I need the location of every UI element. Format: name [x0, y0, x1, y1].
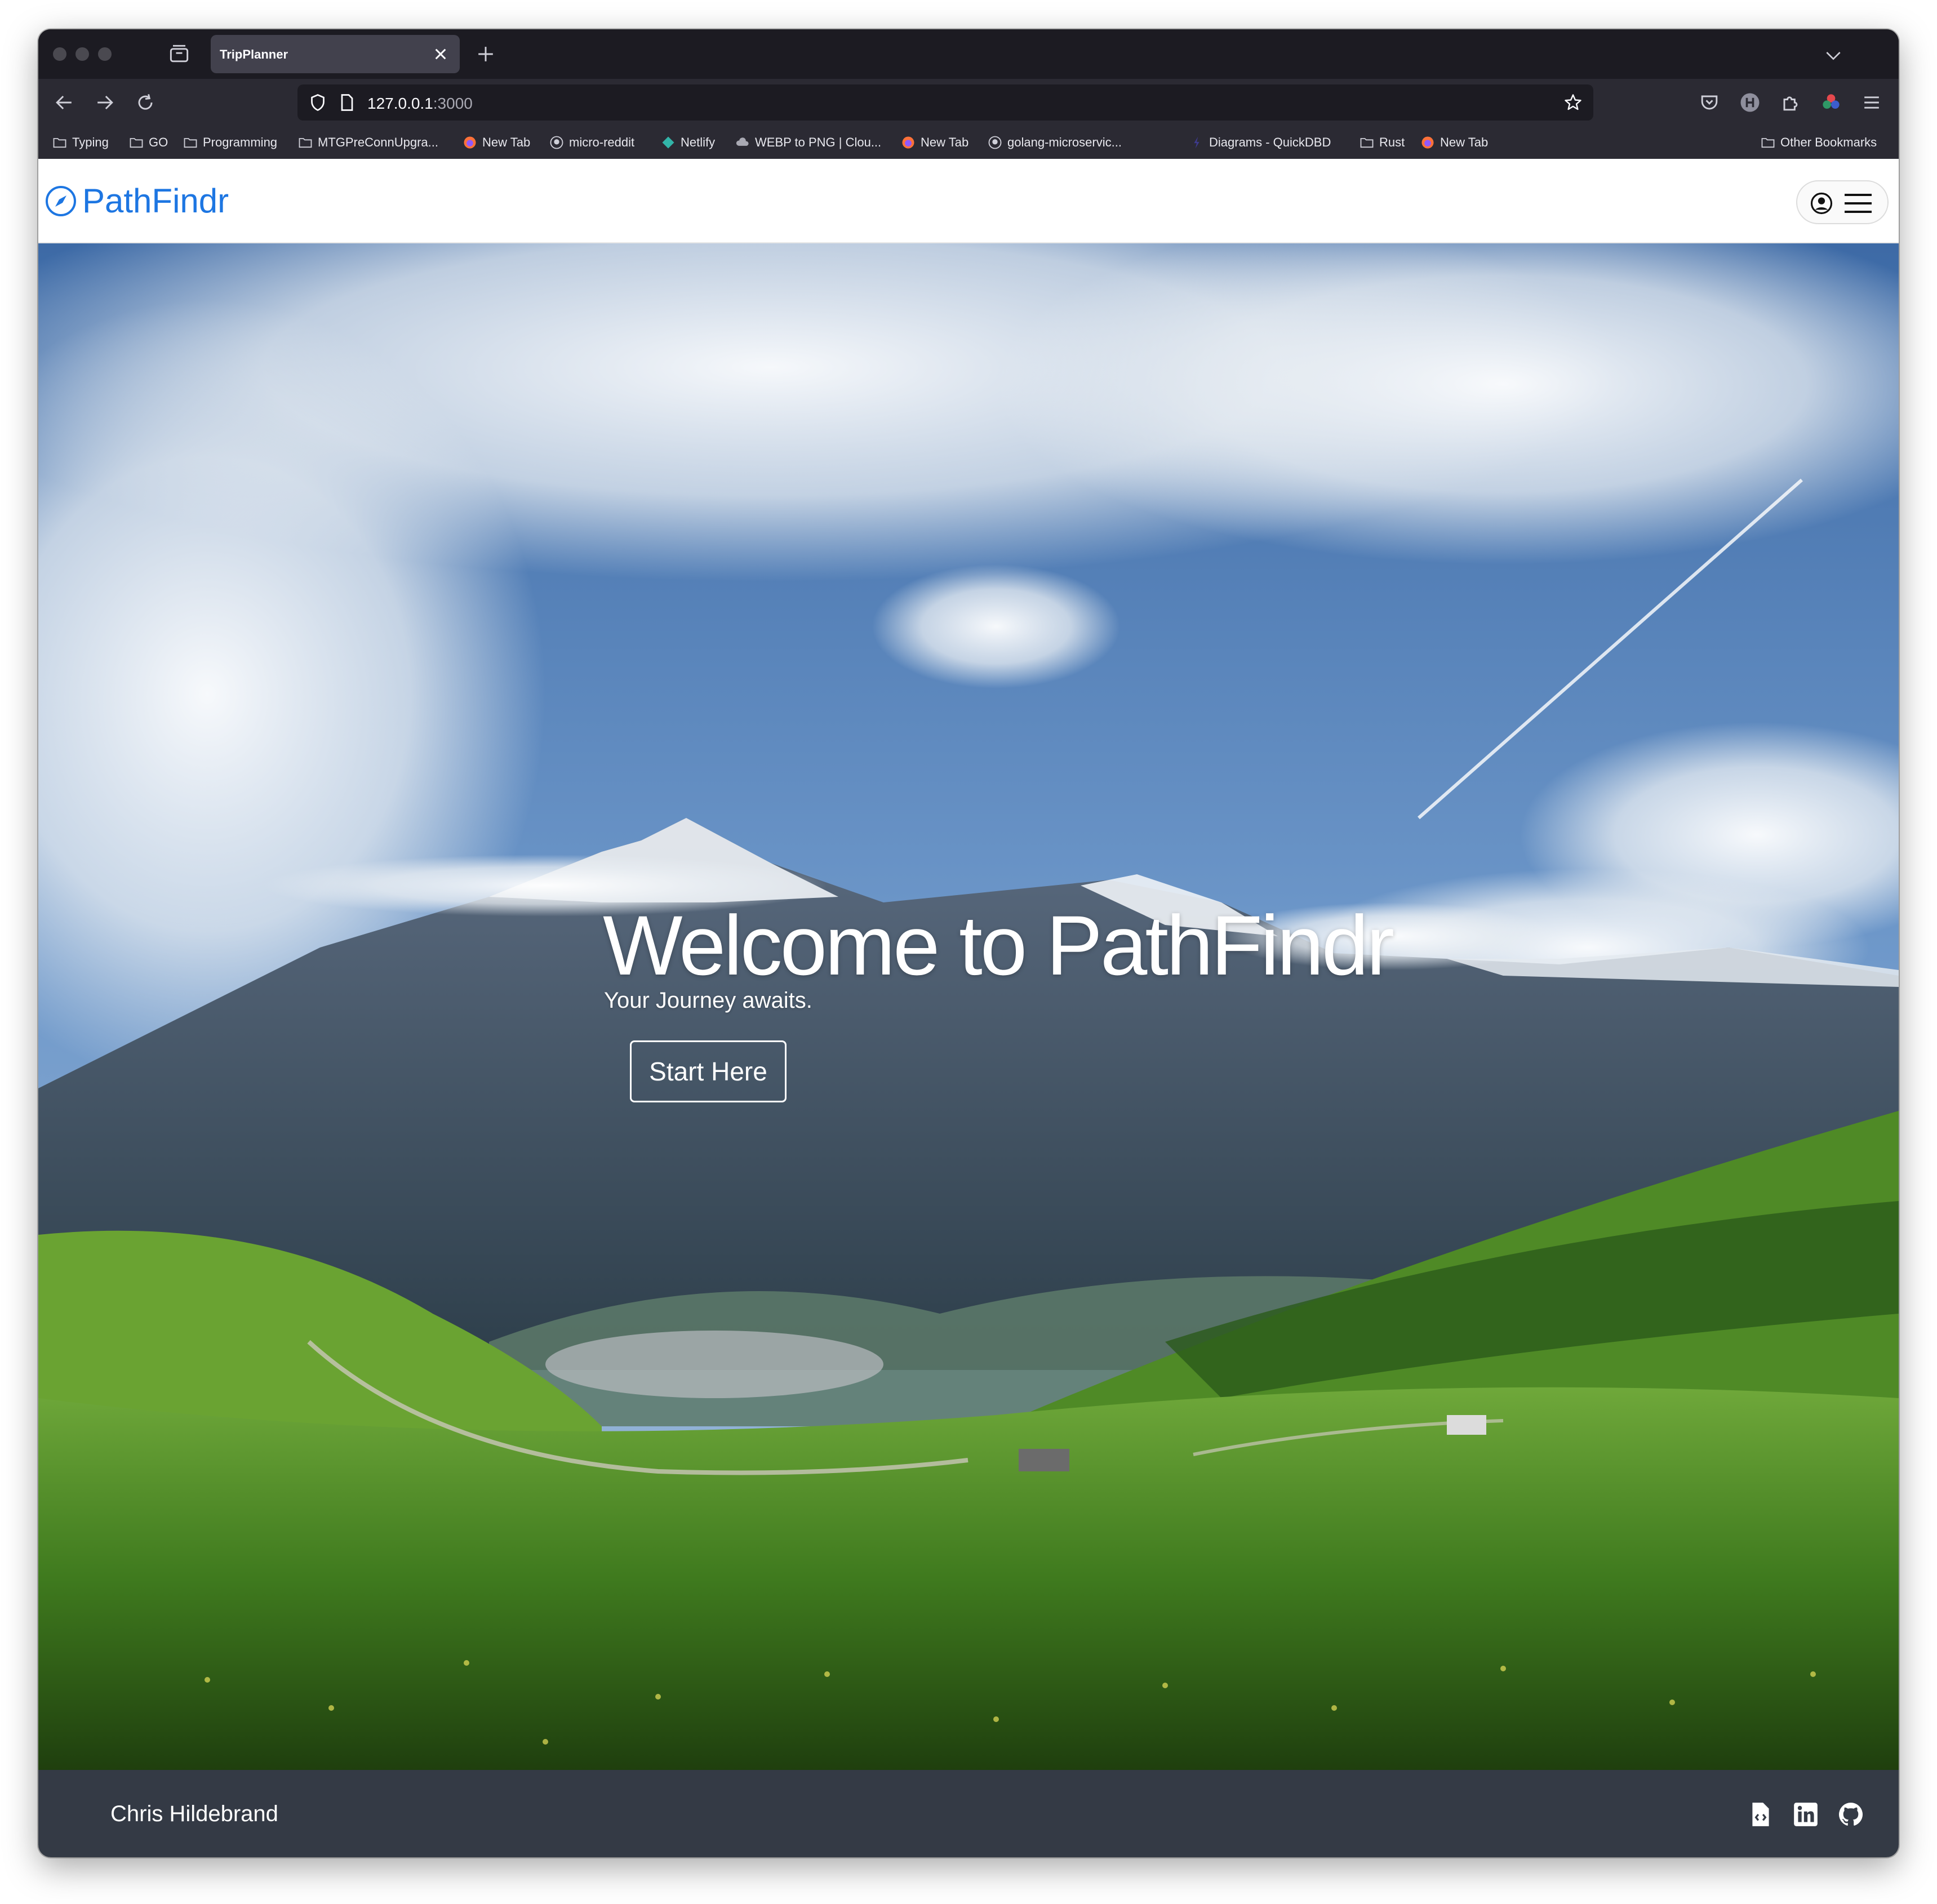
bookmark-label: Diagrams - QuickDBD — [1209, 135, 1331, 149]
github-icon — [988, 136, 1002, 149]
bookmark-label: Programming — [203, 135, 278, 149]
url-text[interactable]: 127.0.0.1:3000 — [367, 95, 473, 113]
folder-icon — [184, 138, 197, 148]
hamburger-menu-icon[interactable] — [1859, 90, 1884, 115]
mountain-landscape-image — [38, 243, 1899, 1770]
tab-overview-icon[interactable] — [167, 42, 192, 66]
hero-section: Welcome to PathFindr Your Journey awaits… — [38, 243, 1899, 1770]
hamburger-menu-icon — [1845, 194, 1872, 213]
firefox-icon — [464, 136, 476, 149]
github-icon — [550, 136, 563, 149]
firefox-icon — [902, 136, 914, 149]
zoom-window-button[interactable] — [98, 47, 112, 61]
bookmark-folder-rust[interactable]: Rust — [1359, 134, 1405, 151]
compass-icon — [46, 185, 76, 216]
tab-tripplanner[interactable]: TripPlanner — [211, 35, 460, 73]
bookmark-label: MTGPreConnUpgra... — [318, 135, 438, 149]
bookmark-star-icon[interactable] — [1563, 92, 1583, 113]
cloud-icon — [736, 137, 749, 146]
bookmark-new-tab[interactable]: New Tab — [1420, 134, 1488, 151]
chevron-down-icon[interactable] — [1822, 44, 1845, 66]
folder-icon — [1360, 138, 1374, 148]
footer-author-name: Chris Hildebrand — [110, 1801, 278, 1826]
bookmark-label: New Tab — [1440, 135, 1489, 149]
netlify-icon — [662, 136, 674, 149]
url-host: 127.0.0.1 — [367, 95, 433, 112]
bookmark-folder-mtgpreconnupgra[interactable]: MTGPreConnUpgra... — [297, 134, 438, 151]
start-here-button[interactable]: Start Here — [630, 1040, 787, 1102]
bookmark-label: WEBP to PNG | Clou... — [755, 135, 882, 149]
site-header: PathFindr — [38, 159, 1899, 243]
hero-subtitle: Your Journey awaits. — [604, 988, 812, 1013]
bookmark-label: New Tab — [482, 135, 531, 149]
bookmark-label: Typing — [72, 135, 109, 149]
minimize-window-button[interactable] — [75, 47, 89, 61]
folder-icon — [130, 138, 143, 148]
extensions-puzzle-icon[interactable] — [1778, 90, 1803, 115]
folder-icon — [53, 138, 66, 148]
github-icon[interactable] — [1837, 1800, 1865, 1829]
bookmark-folder-go[interactable]: GO — [128, 134, 168, 151]
folder-icon — [299, 138, 312, 148]
bookmark-new-tab[interactable]: New Tab — [900, 134, 968, 151]
firefox-icon — [1421, 136, 1434, 149]
color-picker-extension-icon[interactable] — [1819, 90, 1843, 115]
extension-h-icon[interactable] — [1738, 90, 1762, 115]
bookmark-label: Netlify — [681, 135, 716, 149]
page-icon[interactable] — [337, 92, 357, 113]
file-code-icon[interactable] — [1747, 1800, 1775, 1829]
url-port: :3000 — [433, 95, 473, 112]
bookmark-label: Other Bookmarks — [1780, 135, 1877, 149]
bookmark-label: New Tab — [921, 135, 969, 149]
forward-arrow-icon[interactable] — [92, 90, 117, 115]
linkedin-icon[interactable] — [1792, 1800, 1820, 1829]
reload-icon[interactable] — [133, 90, 158, 115]
close-icon[interactable] — [429, 43, 452, 65]
bookmark-label: Rust — [1379, 135, 1405, 149]
bookmark-folder-typing[interactable]: Typing — [52, 134, 109, 151]
navigation-toolbar: 127.0.0.1:3000 — [38, 79, 1899, 126]
folder-icon — [1761, 138, 1775, 148]
bookmark-diagrams-quickdbd[interactable]: Diagrams - QuickDBD — [1189, 134, 1331, 151]
new-tab-icon[interactable] — [473, 42, 498, 66]
brand-logo-link[interactable]: PathFindr — [44, 181, 229, 220]
pocket-icon[interactable] — [1697, 90, 1722, 115]
quickdbd-icon — [1194, 136, 1199, 149]
shield-icon[interactable] — [308, 92, 328, 113]
tab-strip: TripPlanner — [38, 29, 1899, 79]
web-page: PathFindr Welcome to PathFindr Your Jour… — [38, 159, 1899, 1857]
bookmark-new-tab[interactable]: New Tab — [462, 134, 530, 151]
address-bar[interactable]: 127.0.0.1:3000 — [297, 84, 1593, 121]
brand-name: PathFindr — [82, 182, 229, 220]
tab-title: TripPlanner — [220, 47, 288, 61]
bookmark-netlify[interactable]: Netlify — [660, 134, 715, 151]
bookmarks-toolbar: Typing GO Programming MTGPreConnUpgra...… — [38, 126, 1899, 159]
hero-title: Welcome to PathFindr — [603, 898, 1394, 993]
bookmark-label: GO — [149, 135, 168, 149]
bookmark-label: golang-microservic... — [1007, 135, 1122, 149]
bookmark-label: micro-reddit — [569, 135, 635, 149]
account-menu-button[interactable] — [1796, 180, 1889, 224]
close-window-button[interactable] — [53, 47, 66, 61]
bookmark-webp-to-png[interactable]: WEBP to PNG | Clou... — [735, 134, 881, 151]
back-arrow-icon[interactable] — [52, 90, 77, 115]
browser-window: TripPlanner 127.0.0.1:3000 Typing GO Pro… — [38, 29, 1899, 1857]
bookmark-golang-microservic[interactable]: golang-microservic... — [987, 134, 1122, 151]
user-circle-icon — [1810, 192, 1833, 215]
other-bookmarks-folder[interactable]: Other Bookmarks — [1760, 134, 1877, 151]
bookmark-folder-programming[interactable]: Programming — [183, 134, 277, 151]
bookmark-micro-reddit[interactable]: micro-reddit — [549, 134, 634, 151]
site-footer: Chris Hildebrand — [38, 1770, 1899, 1857]
